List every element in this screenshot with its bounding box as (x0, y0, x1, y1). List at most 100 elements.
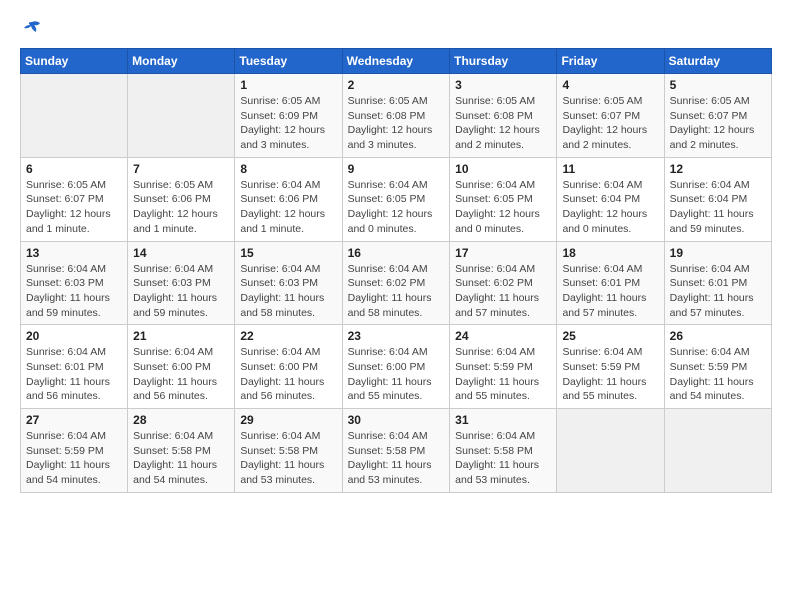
day-number: 18 (562, 246, 658, 260)
day-number: 8 (240, 162, 336, 176)
calendar-cell: 7 Sunrise: 6:05 AM Sunset: 6:06 PM Daylig… (128, 157, 235, 241)
calendar-cell: 18 Sunrise: 6:04 AM Sunset: 6:01 PM Dayli… (557, 241, 664, 325)
calendar-cell (664, 409, 771, 493)
day-number: 22 (240, 329, 336, 343)
day-info: Sunrise: 6:04 AM Sunset: 6:00 PM Dayligh… (240, 345, 336, 404)
day-info: Sunrise: 6:04 AM Sunset: 6:04 PM Dayligh… (670, 178, 766, 237)
week-row-2: 6Sunrise: 6:05 AM Sunset: 6:07 PM Daylig… (21, 157, 772, 241)
day-info: Sunrise: 6:04 AM Sunset: 5:58 PM Dayligh… (240, 429, 336, 488)
day-info: Sunrise: 6:04 AM Sunset: 6:01 PM Dayligh… (562, 262, 658, 321)
calendar-cell: 23Sunrise: 6:04 AM Sunset: 6:00 PM Dayli… (342, 325, 450, 409)
day-info: Sunrise: 6:04 AM Sunset: 5:58 PM Dayligh… (348, 429, 445, 488)
day-info: Sunrise: 6:04 AM Sunset: 5:58 PM Dayligh… (455, 429, 551, 488)
day-info: Sunrise: 6:04 AM Sunset: 6:02 PM Dayligh… (348, 262, 445, 321)
calendar-header: SundayMondayTuesdayWednesdayThursdayFrid… (21, 49, 772, 74)
day-number: 7 (133, 162, 229, 176)
day-number: 29 (240, 413, 336, 427)
header-day-monday: Monday (128, 49, 235, 74)
calendar-cell: 10 Sunrise: 6:04 AM Sunset: 6:05 PM Dayli… (450, 157, 557, 241)
calendar-cell: 16 Sunrise: 6:04 AM Sunset: 6:02 PM Dayli… (342, 241, 450, 325)
calendar-cell: 15 Sunrise: 6:04 AM Sunset: 6:03 PM Dayli… (235, 241, 342, 325)
calendar-cell: 25 Sunrise: 6:04 AM Sunset: 5:59 PM Dayli… (557, 325, 664, 409)
calendar-cell: 2 Sunrise: 6:05 AM Sunset: 6:08 PM Daylig… (342, 74, 450, 158)
day-number: 27 (26, 413, 122, 427)
day-number: 21 (133, 329, 229, 343)
day-info: Sunrise: 6:04 AM Sunset: 6:02 PM Dayligh… (455, 262, 551, 321)
calendar-cell: 21 Sunrise: 6:04 AM Sunset: 6:00 PM Dayli… (128, 325, 235, 409)
bird-icon (22, 20, 42, 38)
day-info: Sunrise: 6:05 AM Sunset: 6:09 PM Dayligh… (240, 94, 336, 153)
header-day-thursday: Thursday (450, 49, 557, 74)
day-number: 31 (455, 413, 551, 427)
calendar-cell (128, 74, 235, 158)
calendar-cell: 3Sunrise: 6:05 AM Sunset: 6:08 PM Daylig… (450, 74, 557, 158)
calendar-cell (21, 74, 128, 158)
calendar-cell: 9Sunrise: 6:04 AM Sunset: 6:05 PM Daylig… (342, 157, 450, 241)
day-info: Sunrise: 6:04 AM Sunset: 6:04 PM Dayligh… (562, 178, 658, 237)
header-row: SundayMondayTuesdayWednesdayThursdayFrid… (21, 49, 772, 74)
day-info: Sunrise: 6:04 AM Sunset: 6:03 PM Dayligh… (133, 262, 229, 321)
day-info: Sunrise: 6:05 AM Sunset: 6:07 PM Dayligh… (670, 94, 766, 153)
calendar-cell: 28Sunrise: 6:04 AM Sunset: 5:58 PM Dayli… (128, 409, 235, 493)
day-number: 12 (670, 162, 766, 176)
day-info: Sunrise: 6:04 AM Sunset: 6:03 PM Dayligh… (26, 262, 122, 321)
calendar-body: 1 Sunrise: 6:05 AM Sunset: 6:09 PM Daylig… (21, 74, 772, 493)
day-number: 5 (670, 78, 766, 92)
day-number: 4 (562, 78, 658, 92)
calendar-cell: 5 Sunrise: 6:05 AM Sunset: 6:07 PM Daylig… (664, 74, 771, 158)
day-info: Sunrise: 6:04 AM Sunset: 6:06 PM Dayligh… (240, 178, 336, 237)
header-day-sunday: Sunday (21, 49, 128, 74)
calendar-cell: 17 Sunrise: 6:04 AM Sunset: 6:02 PM Dayli… (450, 241, 557, 325)
calendar-cell: 19 Sunrise: 6:04 AM Sunset: 6:01 PM Dayli… (664, 241, 771, 325)
day-number: 10 (455, 162, 551, 176)
day-info: Sunrise: 6:04 AM Sunset: 6:05 PM Dayligh… (455, 178, 551, 237)
day-info: Sunrise: 6:04 AM Sunset: 5:59 PM Dayligh… (670, 345, 766, 404)
day-number: 6 (26, 162, 122, 176)
day-number: 25 (562, 329, 658, 343)
day-number: 2 (348, 78, 445, 92)
day-number: 15 (240, 246, 336, 260)
day-number: 24 (455, 329, 551, 343)
calendar-cell: 1 Sunrise: 6:05 AM Sunset: 6:09 PM Daylig… (235, 74, 342, 158)
calendar-cell: 27Sunrise: 6:04 AM Sunset: 5:59 PM Dayli… (21, 409, 128, 493)
calendar-cell: 14Sunrise: 6:04 AM Sunset: 6:03 PM Dayli… (128, 241, 235, 325)
day-info: Sunrise: 6:04 AM Sunset: 6:00 PM Dayligh… (133, 345, 229, 404)
calendar-cell: 20 Sunrise: 6:04 AM Sunset: 6:01 PM Dayli… (21, 325, 128, 409)
week-row-1: 1 Sunrise: 6:05 AM Sunset: 6:09 PM Daylig… (21, 74, 772, 158)
day-info: Sunrise: 6:04 AM Sunset: 5:59 PM Dayligh… (455, 345, 551, 404)
day-number: 19 (670, 246, 766, 260)
header-day-saturday: Saturday (664, 49, 771, 74)
calendar-cell: 24 Sunrise: 6:04 AM Sunset: 5:59 PM Dayli… (450, 325, 557, 409)
day-info: Sunrise: 6:05 AM Sunset: 6:08 PM Dayligh… (348, 94, 445, 153)
calendar-cell: 12 Sunrise: 6:04 AM Sunset: 6:04 PM Dayli… (664, 157, 771, 241)
day-number: 30 (348, 413, 445, 427)
calendar-cell: 6Sunrise: 6:05 AM Sunset: 6:07 PM Daylig… (21, 157, 128, 241)
day-info: Sunrise: 6:05 AM Sunset: 6:07 PM Dayligh… (562, 94, 658, 153)
calendar-cell: 31 Sunrise: 6:04 AM Sunset: 5:58 PM Dayli… (450, 409, 557, 493)
calendar-cell: 4 Sunrise: 6:05 AM Sunset: 6:07 PM Daylig… (557, 74, 664, 158)
calendar-cell (557, 409, 664, 493)
day-info: Sunrise: 6:04 AM Sunset: 6:01 PM Dayligh… (26, 345, 122, 404)
day-number: 23 (348, 329, 445, 343)
day-number: 3 (455, 78, 551, 92)
day-info: Sunrise: 6:05 AM Sunset: 6:06 PM Dayligh… (133, 178, 229, 237)
day-number: 20 (26, 329, 122, 343)
day-info: Sunrise: 6:04 AM Sunset: 6:01 PM Dayligh… (670, 262, 766, 321)
day-info: Sunrise: 6:04 AM Sunset: 5:59 PM Dayligh… (562, 345, 658, 404)
calendar-cell: 11 Sunrise: 6:04 AM Sunset: 6:04 PM Dayli… (557, 157, 664, 241)
day-info: Sunrise: 6:04 AM Sunset: 6:03 PM Dayligh… (240, 262, 336, 321)
day-number: 16 (348, 246, 445, 260)
day-number: 17 (455, 246, 551, 260)
day-number: 1 (240, 78, 336, 92)
week-row-4: 20 Sunrise: 6:04 AM Sunset: 6:01 PM Dayli… (21, 325, 772, 409)
header-day-wednesday: Wednesday (342, 49, 450, 74)
calendar-cell: 13Sunrise: 6:04 AM Sunset: 6:03 PM Dayli… (21, 241, 128, 325)
day-number: 11 (562, 162, 658, 176)
day-number: 26 (670, 329, 766, 343)
calendar-cell: 26 Sunrise: 6:04 AM Sunset: 5:59 PM Dayli… (664, 325, 771, 409)
calendar-cell: 22 Sunrise: 6:04 AM Sunset: 6:00 PM Dayli… (235, 325, 342, 409)
day-info: Sunrise: 6:04 AM Sunset: 6:05 PM Dayligh… (348, 178, 445, 237)
calendar-table: SundayMondayTuesdayWednesdayThursdayFrid… (20, 48, 772, 493)
page-header (20, 20, 772, 38)
week-row-3: 13Sunrise: 6:04 AM Sunset: 6:03 PM Dayli… (21, 241, 772, 325)
